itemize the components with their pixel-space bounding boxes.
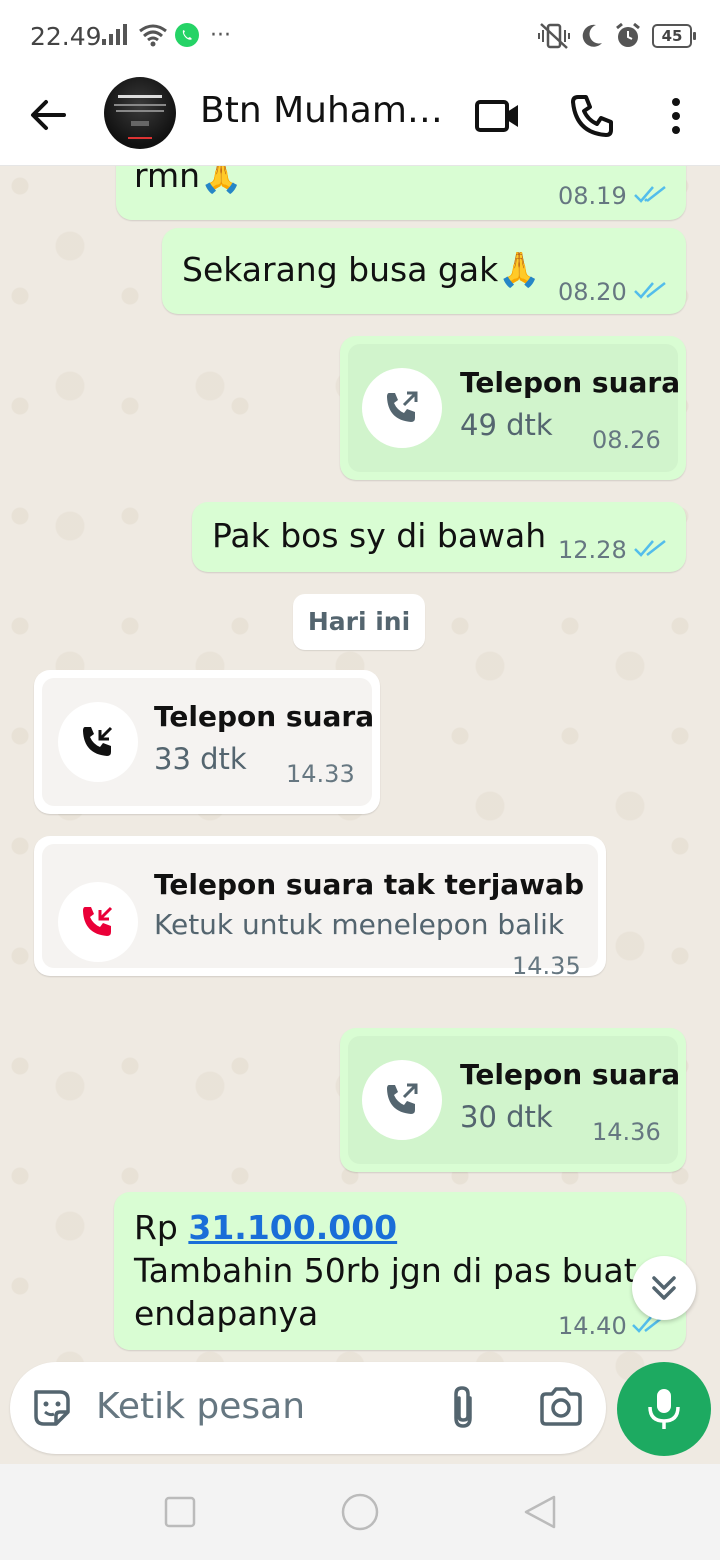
camera-icon[interactable]: [538, 1386, 584, 1428]
message-time: 14.40: [558, 1312, 627, 1340]
read-ticks-icon: [634, 186, 666, 203]
call-message-bubble[interactable]: Telepon suara 49 dtk 08.26: [340, 336, 686, 480]
message-text: Pak bos sy di bawah: [212, 516, 547, 555]
call-title: Telepon suara: [460, 366, 681, 399]
contact-name[interactable]: Btn Muhamad...: [200, 90, 456, 131]
status-time: 22.49: [30, 22, 102, 51]
call-message-bubble[interactable]: Telepon suara 30 dtk 14.36: [340, 1028, 686, 1172]
back-arrow-icon[interactable]: [24, 90, 74, 140]
battery-icon: 45: [652, 24, 696, 48]
video-call-icon[interactable]: [474, 92, 522, 140]
outgoing-call-icon: [387, 391, 418, 422]
call-title: Telepon suara: [154, 700, 375, 733]
mic-button[interactable]: [617, 1362, 711, 1456]
system-nav-bar: [0, 1464, 720, 1560]
incoming-call-icon: [83, 726, 113, 756]
missed-call-icon: [83, 906, 113, 936]
avatar[interactable]: [104, 77, 176, 149]
message-bubble[interactable]: rmn🙏 08.19: [116, 166, 686, 220]
scroll-to-bottom-button[interactable]: [632, 1256, 696, 1320]
home-icon[interactable]: [340, 1492, 380, 1532]
whatsapp-icon: [175, 23, 199, 47]
status-bar: 22.49 ··· 45: [0, 0, 720, 70]
chat-header: Btn Muhamad...: [0, 70, 720, 166]
wifi-icon: [139, 24, 167, 47]
call-duration: 49 dtk: [460, 408, 553, 442]
double-chevron-down-icon: [652, 1276, 676, 1300]
call-card[interactable]: Telepon suara 49 dtk 08.26: [348, 344, 681, 472]
message-bubble[interactable]: Sekarang busa gak🙏 08.20: [162, 228, 686, 314]
read-ticks-icon: [634, 282, 666, 299]
message-time: 08.19: [558, 182, 627, 210]
call-subtitle: Ketuk untuk menelepon balik: [154, 908, 565, 941]
call-card[interactable]: Telepon suara 33 dtk 14.33: [42, 678, 375, 806]
message-time: 12.28: [558, 536, 627, 564]
chat-area[interactable]: rmn🙏 08.19 Sekarang busa gak🙏 08.20 Tele…: [0, 166, 720, 1464]
phone-icon[interactable]: [568, 92, 616, 140]
read-ticks-icon: [634, 540, 666, 557]
message-bubble[interactable]: Rp 31.100.000 Tambahin 50rb jgn di pas b…: [114, 1192, 686, 1350]
menu-dots-icon[interactable]: [652, 92, 700, 140]
message-time: 14.36: [592, 1118, 661, 1146]
message-time: 14.35: [512, 952, 581, 980]
message-bubble[interactable]: Pak bos sy di bawah 12.28: [192, 502, 686, 572]
message-time: 14.33: [286, 760, 355, 788]
signal-icon: [102, 24, 127, 45]
call-title: Telepon suara: [460, 1058, 681, 1091]
call-message-bubble[interactable]: Telepon suara 33 dtk 14.33: [34, 670, 380, 814]
attach-icon[interactable]: [444, 1384, 484, 1432]
message-time: 08.26: [592, 426, 661, 454]
message-input[interactable]: Ketik pesan: [96, 1386, 305, 1427]
date-divider: Hari ini: [293, 594, 425, 650]
call-duration: 33 dtk: [154, 742, 247, 776]
message-input-bar[interactable]: Ketik pesan: [10, 1362, 606, 1454]
message-time: 08.20: [558, 278, 627, 306]
outgoing-call-icon: [387, 1083, 418, 1114]
alarm-icon: [616, 22, 640, 47]
call-duration: 30 dtk: [460, 1100, 553, 1134]
call-title: Telepon suara tak terjawab: [154, 868, 584, 901]
moon-icon: [582, 24, 602, 47]
amount-link[interactable]: 31.100.000: [188, 1208, 397, 1247]
message-text: Sekarang busa gak🙏: [182, 250, 541, 290]
sticker-icon[interactable]: [30, 1386, 74, 1430]
recent-apps-icon[interactable]: [164, 1496, 196, 1528]
vibrate-icon: [538, 23, 570, 49]
missed-call-bubble[interactable]: Telepon suara tak terjawab Ketuk untuk m…: [34, 836, 606, 980]
mic-icon: [648, 1389, 680, 1429]
message-text: rmn🙏: [134, 166, 243, 196]
back-nav-icon[interactable]: [522, 1494, 558, 1530]
call-card[interactable]: Telepon suara tak terjawab Ketuk untuk m…: [42, 844, 598, 980]
call-card[interactable]: Telepon suara 30 dtk 14.36: [348, 1036, 681, 1164]
more-dots-icon: ···: [210, 22, 231, 48]
